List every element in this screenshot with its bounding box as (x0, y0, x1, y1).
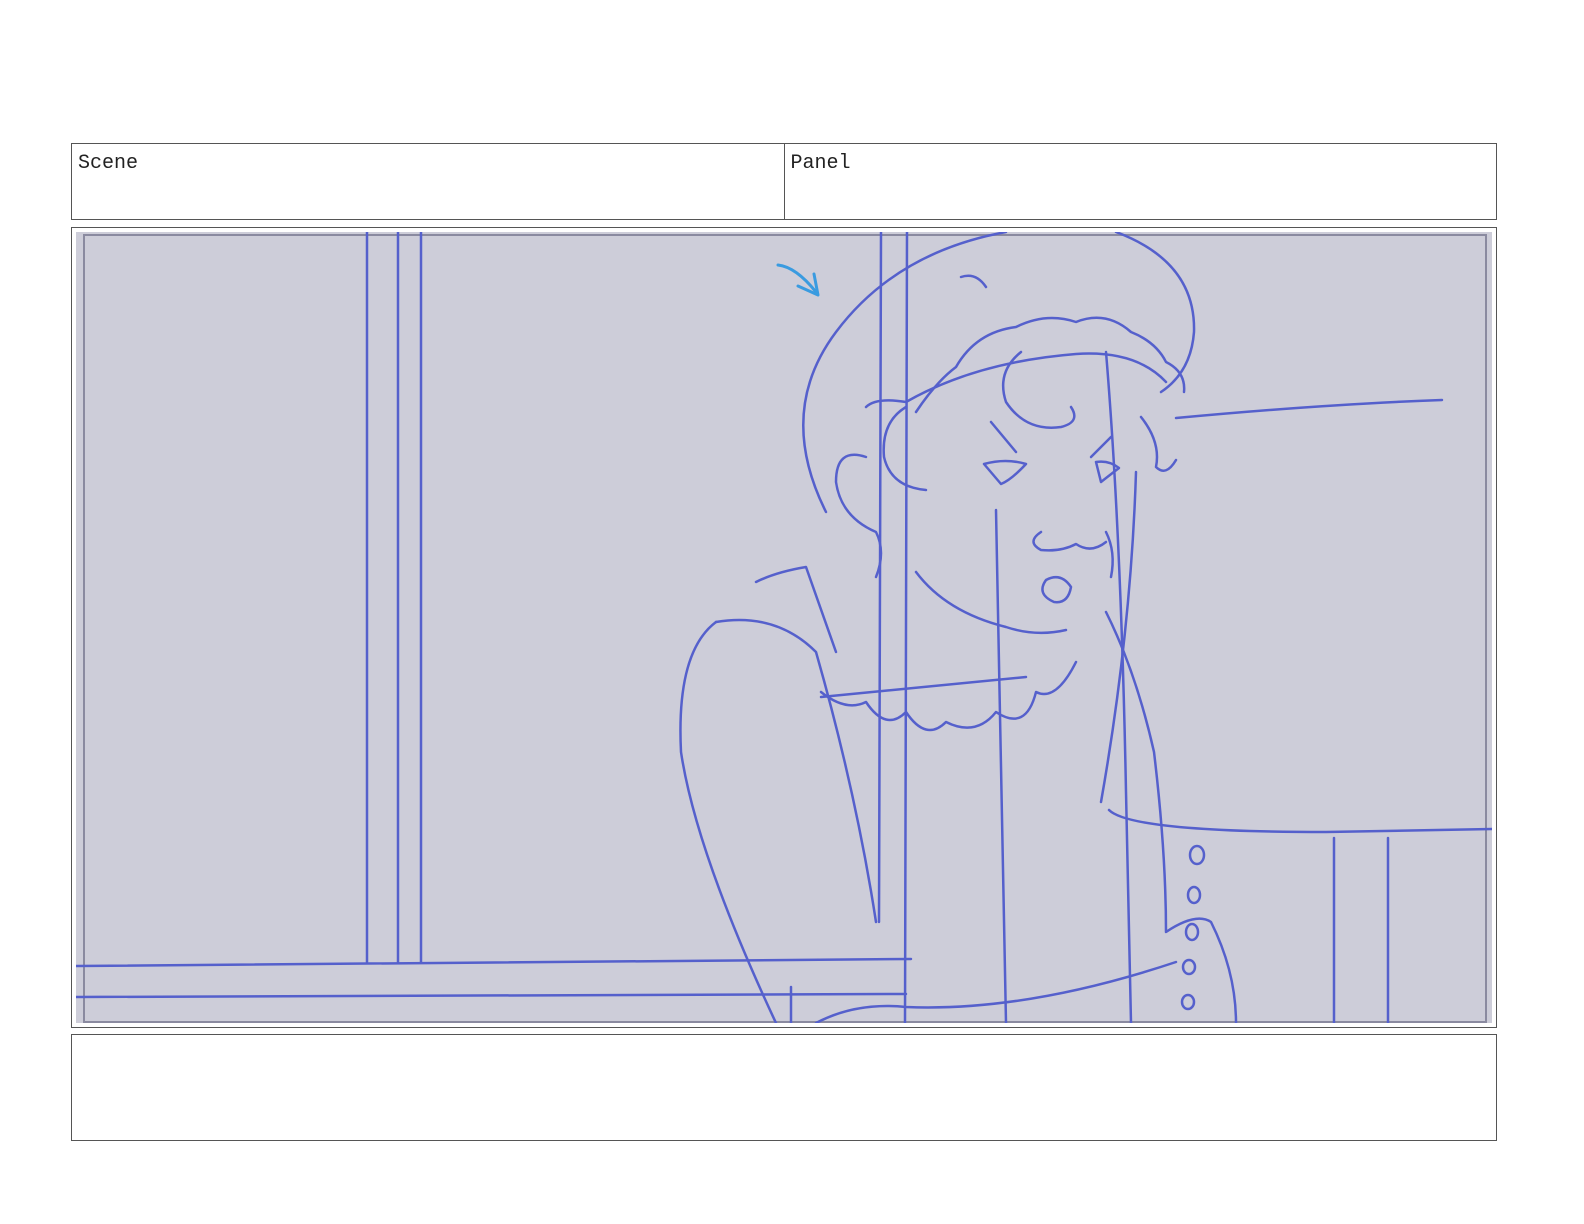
button-1 (1188, 844, 1206, 866)
brow-left (989, 420, 1018, 454)
window-sill-top (76, 957, 913, 968)
shelf-line (1174, 398, 1444, 420)
collar-line (819, 675, 1028, 699)
arrow-down-right-icon (776, 263, 820, 297)
pillar-line-2 (903, 232, 909, 1023)
sketch-drawing (76, 232, 1492, 1023)
window-sill-bottom (76, 992, 908, 999)
arrow-shaft (776, 263, 818, 294)
table-edge (1107, 808, 1492, 834)
panel-field[interactable]: Panel (783, 144, 1497, 219)
collar-ruffle (819, 660, 1078, 732)
hand-line (814, 960, 1178, 1023)
mouth (1041, 575, 1073, 604)
button-4 (1181, 958, 1197, 976)
pillar-line-3 (994, 508, 1008, 1023)
panel-label: Panel (790, 152, 851, 175)
sketch-lines (76, 232, 1492, 1023)
notes-field[interactable] (71, 1034, 1497, 1141)
button-3 (1184, 922, 1200, 942)
hair-left (882, 405, 928, 492)
arm-left (679, 620, 778, 1023)
collar-left (754, 565, 838, 654)
brow-right (1089, 435, 1113, 459)
nose-cheek (1032, 530, 1108, 552)
button-2 (1186, 885, 1202, 905)
hat-band (864, 352, 1168, 409)
eye-left (982, 459, 1028, 486)
sketch-area (76, 232, 1492, 1023)
scene-field[interactable]: Scene (72, 144, 784, 219)
cheek-right (1104, 530, 1114, 579)
scene-label: Scene (78, 152, 139, 175)
storyboard-frame (71, 227, 1497, 1028)
hair-right (1139, 415, 1178, 472)
header-row: Scene Panel (71, 143, 1497, 220)
hat-mark (959, 274, 988, 289)
button-5 (1180, 993, 1196, 1011)
arm-inner (714, 618, 878, 924)
jawline (914, 570, 1068, 635)
ear (834, 453, 883, 579)
hat-brim-right (1114, 232, 1196, 394)
pillar-line-1 (877, 232, 883, 924)
